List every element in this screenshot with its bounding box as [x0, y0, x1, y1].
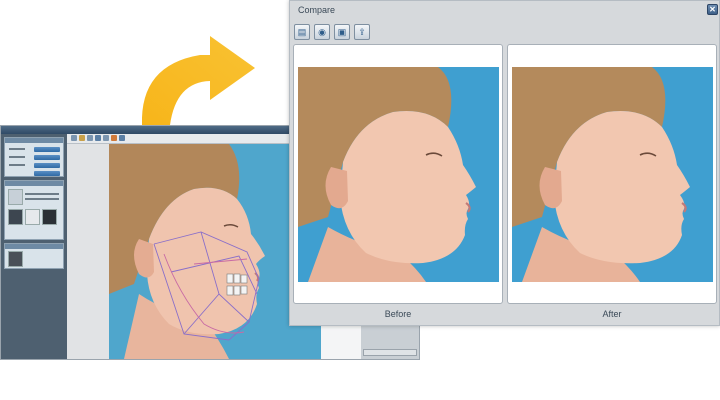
toolbar-tool-icon[interactable]	[103, 135, 109, 141]
sidebar-button[interactable]	[34, 155, 60, 160]
export-icon: ⇪	[358, 27, 366, 37]
export-button[interactable]: ⇪	[354, 24, 370, 40]
after-pane[interactable]	[507, 44, 717, 304]
close-icon: ✕	[709, 5, 716, 14]
save-button[interactable]: ▣	[334, 24, 350, 40]
sidebar-button[interactable]	[34, 147, 60, 152]
sidebar-button[interactable]	[34, 163, 60, 168]
app-sidebar	[1, 134, 67, 359]
before-photo	[298, 67, 499, 282]
xray-panel	[4, 243, 64, 269]
scanner-icon: ▤	[297, 27, 307, 37]
workspace-margin	[67, 144, 109, 359]
before-pane[interactable]	[293, 44, 503, 304]
scanner-button[interactable]: ▤	[294, 24, 310, 40]
gallery-thumbnail[interactable]	[8, 209, 23, 225]
transition-arrow	[130, 20, 270, 130]
gallery-thumbnail[interactable]	[25, 209, 40, 225]
side-list-button[interactable]	[363, 349, 417, 356]
patient-info-panel	[4, 137, 64, 177]
save-icon: ▣	[337, 27, 347, 37]
compare-window: Compare ✕ ▤ ◉ ▣ ⇪ Before After	[289, 0, 720, 326]
after-photo	[512, 67, 713, 282]
gallery-thumbnail[interactable]	[42, 209, 57, 225]
toolbar-tool-icon[interactable]	[79, 135, 85, 141]
gallery-thumbnail[interactable]	[8, 251, 23, 267]
after-label: After	[602, 309, 622, 319]
toolbar-tool-icon[interactable]	[111, 135, 117, 141]
sidebar-button[interactable]	[34, 171, 60, 176]
image-gallery-panel	[4, 180, 64, 240]
compare-toolbar: ▤ ◉ ▣ ⇪	[290, 21, 719, 43]
close-button[interactable]: ✕	[707, 4, 718, 15]
compare-window-title: Compare	[298, 5, 336, 15]
gallery-thumbnail[interactable]	[8, 189, 23, 205]
toolbar-tool-icon[interactable]	[87, 135, 93, 141]
disk-button[interactable]: ◉	[314, 24, 330, 40]
toolbar-tool-icon[interactable]	[119, 135, 125, 141]
disk-icon: ◉	[318, 27, 326, 37]
toolbar-tool-icon[interactable]	[71, 135, 77, 141]
toolbar-tool-icon[interactable]	[95, 135, 101, 141]
before-label: Before	[384, 309, 412, 319]
